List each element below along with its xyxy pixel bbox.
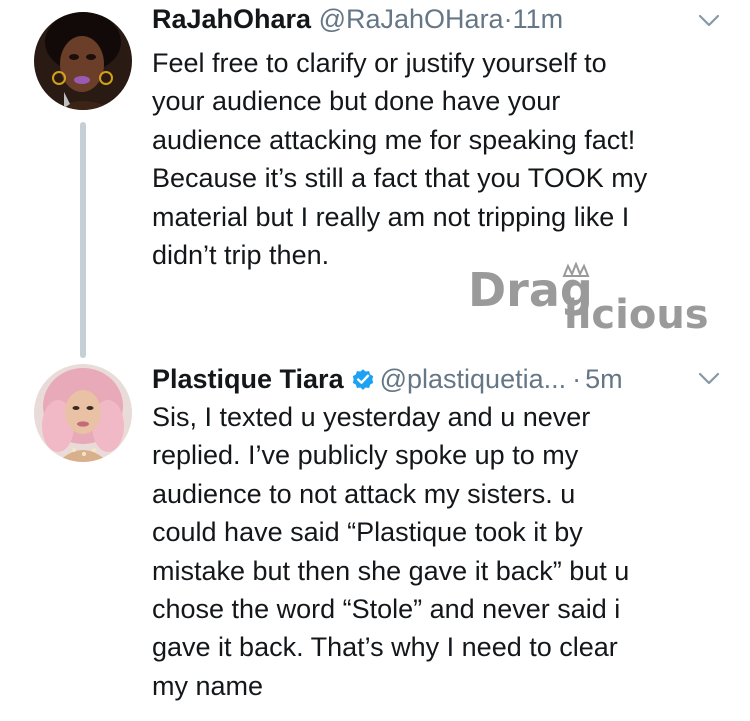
separator-dot: · — [572, 364, 582, 394]
chevron-down-icon[interactable] — [698, 372, 720, 386]
avatar[interactable] — [34, 12, 132, 110]
timestamp[interactable]: 5m — [585, 364, 623, 394]
thread-connector-line — [80, 122, 86, 358]
timestamp[interactable]: 11m — [513, 4, 564, 34]
tweet-text: Feel free to clarify or justify yourself… — [152, 44, 732, 274]
tweet-text-line: your audience but done have your — [152, 86, 561, 117]
svg-text:licious: licious — [564, 292, 709, 338]
draglicious-watermark-logo: Drag licious — [468, 262, 709, 338]
avatar-plastique-image — [34, 364, 132, 462]
tweet-text: Sis, I texted u yesterday and u never re… — [152, 398, 732, 705]
user-handle[interactable]: @plastiquetia... — [380, 364, 567, 394]
separator-dot: · — [503, 4, 513, 34]
tweet-header: Plastique Tiara @plastiquetia... · 5m — [152, 362, 623, 396]
chevron-down-icon[interactable] — [698, 14, 720, 28]
tweet-text-line: gave it back. That’s why I need to clear — [152, 632, 618, 663]
tweet-text-line: material but I really am not tripping li… — [152, 201, 630, 232]
display-name[interactable]: RaJahOhara — [152, 4, 311, 34]
tweet-text-line: my name — [152, 670, 264, 701]
tweet-text-line: replied. I’ve publicly spoke up to my — [152, 440, 579, 471]
verified-badge-icon — [352, 369, 373, 390]
tweet-text-line: audience attacking me for speaking fact! — [152, 124, 636, 155]
avatar-rajah-image — [34, 12, 132, 110]
display-name[interactable]: Plastique Tiara — [152, 364, 344, 394]
tweet-header: RaJahOhara @RaJahOHara·11m — [152, 2, 563, 36]
user-handle[interactable]: @RaJahOHara — [319, 4, 504, 34]
tweet-text-line: chose the word “Stole” and never said i — [152, 594, 621, 625]
tweet-text-line: Feel free to clarify or justify yourself… — [152, 48, 607, 78]
tweet-text-line: mistake but then she gave it back” but u — [152, 555, 630, 586]
tweet-text-line: Sis, I texted u yesterday and u never — [152, 402, 591, 432]
tweet-text-line: could have said “Plastique took it by — [152, 517, 583, 548]
tweet-plastique[interactable]: Plastique Tiara @plastiquetia... · 5m Sis,… — [0, 350, 750, 721]
tweet-text-line: Because it’s still a fact that you TOOK … — [152, 163, 648, 194]
tweet-text-line: audience to not attack my sisters. u — [152, 478, 576, 509]
avatar[interactable] — [34, 364, 132, 462]
